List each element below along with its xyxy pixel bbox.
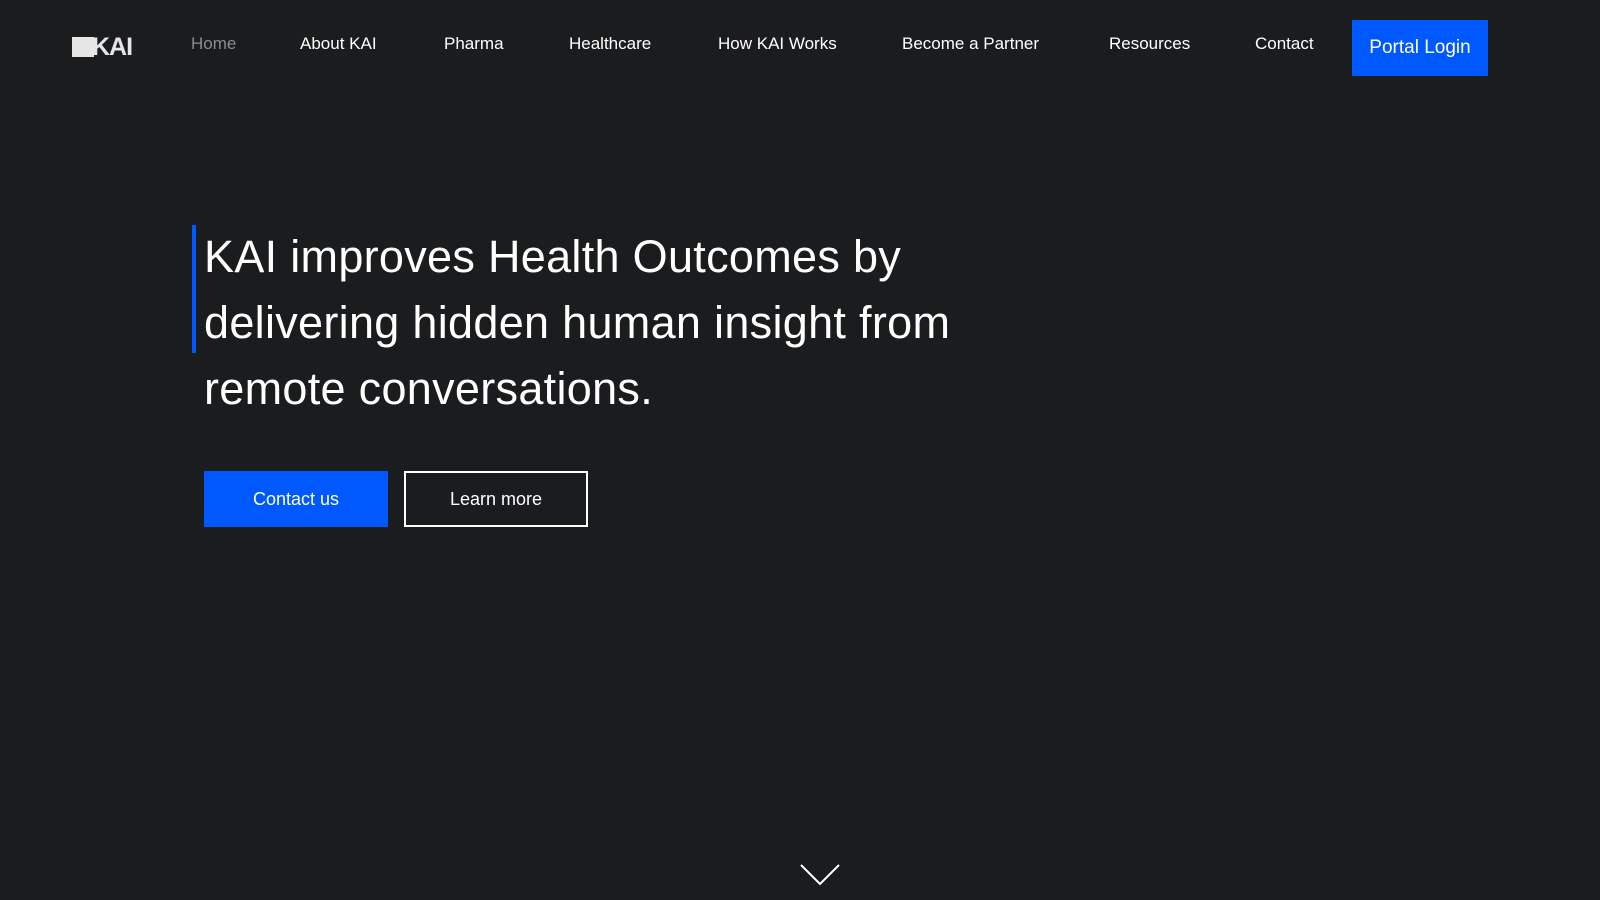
kai-logo[interactable]: KAI <box>72 33 133 61</box>
contact-us-button[interactable]: Contact us <box>204 471 388 527</box>
chevron-down-icon[interactable] <box>800 864 840 886</box>
nav-link-pharma[interactable]: Pharma <box>444 34 504 54</box>
nav-link-about-kai[interactable]: About KAI <box>300 34 377 54</box>
logo-mark-icon <box>72 37 94 57</box>
top-navigation: KAI Home About KAI Pharma Healthcare How… <box>0 0 1600 96</box>
hero-title: KAI improves Health Outcomes by deliveri… <box>204 231 951 414</box>
nav-link-contact[interactable]: Contact <box>1255 34 1314 54</box>
learn-more-button[interactable]: Learn more <box>404 471 588 527</box>
logo-text: KAI <box>92 33 133 61</box>
nav-link-how-kai-works[interactable]: How KAI Works <box>718 34 837 54</box>
nav-link-healthcare[interactable]: Healthcare <box>569 34 651 54</box>
portal-login-button[interactable]: Portal Login <box>1352 20 1488 76</box>
nav-link-become-a-partner[interactable]: Become a Partner <box>902 34 1039 54</box>
nav-link-resources[interactable]: Resources <box>1109 34 1190 54</box>
hero-accent-bar <box>192 225 196 353</box>
nav-link-home[interactable]: Home <box>191 34 236 54</box>
